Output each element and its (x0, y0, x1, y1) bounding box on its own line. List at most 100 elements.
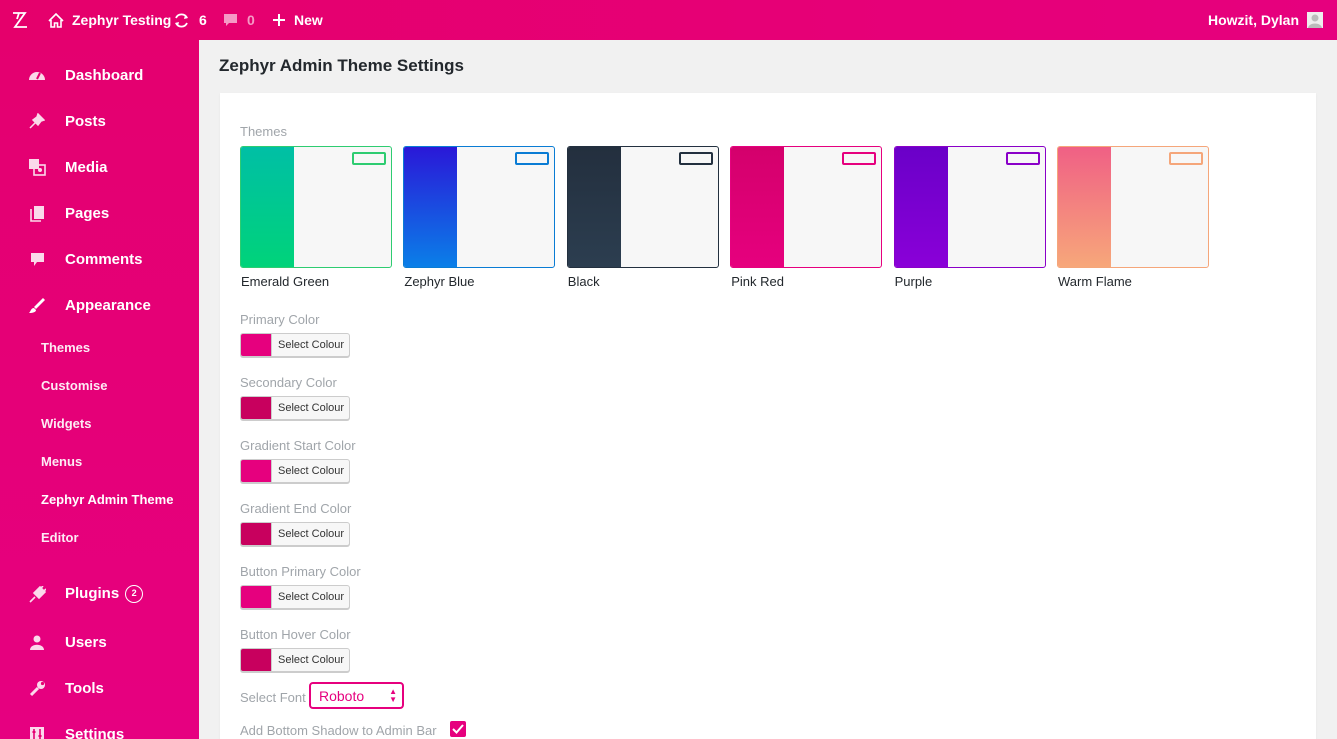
theme-name: Warm Flame (1058, 274, 1132, 289)
comment-icon (223, 13, 238, 27)
sidebar-item-label: Settings (65, 725, 125, 739)
secondary-color-picker[interactable]: Select Colour (240, 396, 350, 420)
theme-preview-menu (731, 147, 785, 267)
submenu-widgets[interactable]: Widgets (41, 413, 91, 433)
select-colour-button[interactable]: Select Colour (272, 465, 344, 477)
theme-preview-button (1005, 152, 1040, 165)
sidebar-item-label: Dashboard (65, 66, 144, 84)
button-primary-color-picker[interactable]: Select Colour (240, 585, 350, 609)
avatar (1307, 12, 1323, 28)
theme-option-purple[interactable] (893, 146, 1046, 268)
sidebar-item-users[interactable]: Users (0, 620, 199, 664)
sidebar-item-media[interactable]: Media (0, 145, 199, 189)
dashboard-icon (28, 66, 46, 84)
font-select[interactable]: Roboto ▲ ▼ (309, 682, 404, 709)
theme-preview-menu (567, 147, 621, 267)
theme-option-black[interactable] (566, 146, 719, 268)
colour-swatch (241, 586, 272, 608)
sidebar-item-plugins[interactable]: Plugins 2 (0, 572, 199, 616)
select-colour-button[interactable]: Select Colour (272, 654, 344, 666)
pages-icon (28, 204, 46, 222)
wrench-icon (28, 679, 46, 697)
comments-count: 0 (247, 12, 255, 28)
sidebar-item-label: Appearance (65, 296, 151, 314)
sidebar-item-label: Pages (65, 204, 110, 222)
comments-icon (28, 250, 46, 268)
theme-name: Purple (894, 274, 933, 289)
admin-bar-shadow-checkbox[interactable] (450, 721, 466, 737)
theme-preview-button (678, 152, 713, 165)
theme-name: Zephyr Blue (404, 274, 475, 289)
theme-preview-button (1169, 152, 1203, 165)
theme-preview-button (352, 152, 386, 165)
page-title: Zephyr Admin Theme Settings (219, 56, 464, 75)
sidebar-item-tools[interactable]: Tools (0, 666, 199, 710)
sidebar-item-label: Media (65, 158, 108, 176)
admin-sidebar: Dashboard Posts Media Pages Comments App… (0, 40, 199, 739)
sidebar-item-label: Plugins 2 (65, 585, 144, 604)
new-label: New (294, 12, 323, 28)
select-colour-button[interactable]: Select Colour (272, 591, 344, 603)
colour-swatch (241, 649, 272, 671)
colour-swatch (241, 523, 272, 545)
theme-name: Black (567, 274, 600, 289)
account-link[interactable]: Howzit, Dylan (1208, 0, 1323, 40)
theme-preview-menu (1058, 147, 1111, 267)
sidebar-item-label: Comments (65, 250, 143, 268)
plugins-update-badge: 2 (125, 585, 144, 604)
admin-bar-shadow-label: Add Bottom Shadow to Admin Bar (240, 723, 437, 738)
sidebar-item-comments[interactable]: Comments (0, 237, 199, 281)
colour-swatch (241, 397, 272, 419)
theme-option-warm-flame[interactable] (1057, 146, 1209, 268)
admin-bar: Zephyr Testing 6 0 New Howzit, Dylan (0, 0, 1337, 40)
button-hover-color-picker[interactable]: Select Colour (240, 648, 350, 672)
settings-icon (28, 725, 46, 739)
theme-preview-button (515, 152, 550, 165)
select-colour-button[interactable]: Select Colour (272, 339, 344, 351)
home-icon (48, 12, 64, 28)
gradient-end-color-picker[interactable]: Select Colour (240, 522, 350, 546)
themes-label: Themes (240, 124, 287, 139)
site-name-link[interactable]: Zephyr Testing (48, 0, 171, 40)
sidebar-item-settings[interactable]: Settings (0, 712, 199, 739)
sidebar-item-dashboard[interactable]: Dashboard (0, 53, 199, 97)
theme-option-zephyr-blue[interactable] (403, 146, 556, 268)
theme-name: Pink Red (731, 274, 784, 289)
sidebar-item-appearance[interactable]: Appearance (0, 283, 199, 327)
plus-icon (272, 13, 286, 27)
theme-preview-menu (241, 147, 294, 267)
checkmark-icon (452, 724, 464, 734)
gradient-start-color-picker[interactable]: Select Colour (240, 459, 350, 483)
submenu-customise[interactable]: Customise (41, 375, 107, 395)
select-font-label: Select Font (240, 690, 306, 705)
primary-color-label: Primary Color (240, 312, 320, 327)
pin-icon (28, 112, 46, 130)
theme-option-pink-red[interactable] (730, 146, 883, 268)
sidebar-item-posts[interactable]: Posts (0, 99, 199, 143)
theme-preview-menu (404, 147, 458, 267)
submenu-zephyr-admin-theme[interactable]: Zephyr Admin Theme (41, 489, 173, 509)
submenu-themes[interactable]: Themes (41, 337, 90, 357)
brush-icon (28, 296, 46, 314)
theme-option-emerald-green[interactable] (240, 146, 392, 268)
updates-link[interactable]: 6 (173, 0, 207, 40)
gradient-end-color-label: Gradient End Color (240, 501, 352, 516)
submenu-editor[interactable]: Editor (41, 527, 79, 547)
plugin-icon (28, 585, 46, 603)
sidebar-item-pages[interactable]: Pages (0, 191, 199, 235)
select-colour-button[interactable]: Select Colour (272, 402, 344, 414)
sidebar-item-label: Posts (65, 112, 106, 130)
new-link[interactable]: New (272, 0, 323, 40)
select-colour-button[interactable]: Select Colour (272, 528, 344, 540)
theme-preview-button (842, 152, 877, 165)
theme-preview-menu (894, 147, 948, 267)
greeting: Howzit, Dylan (1207, 12, 1299, 28)
user-icon (28, 633, 46, 651)
submenu-menus[interactable]: Menus (41, 451, 82, 471)
zephyr-logo-icon[interactable] (11, 0, 29, 40)
comments-link[interactable]: 0 (223, 0, 255, 40)
button-primary-color-label: Button Primary Color (240, 564, 361, 579)
select-arrows-icon: ▲ ▼ (389, 687, 397, 704)
primary-color-picker[interactable]: Select Colour (240, 333, 350, 357)
refresh-icon (173, 13, 190, 28)
